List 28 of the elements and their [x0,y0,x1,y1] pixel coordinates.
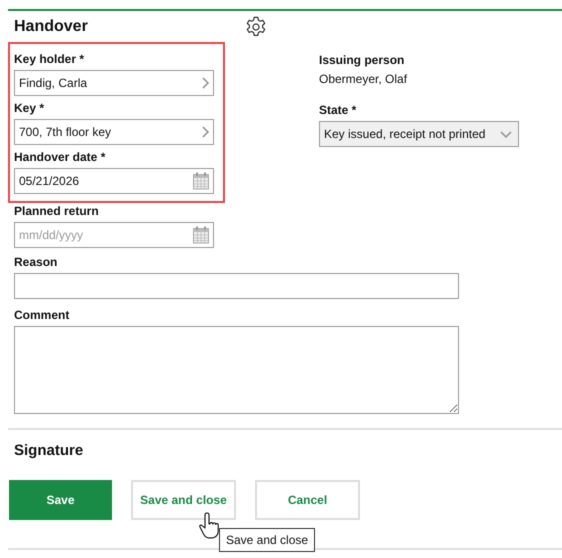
date-field[interactable]: 05/21/2026 [14,168,214,194]
chevron-right-icon [202,126,209,138]
chevron-right-icon [202,77,209,89]
field-label: Reason [14,254,58,270]
reason-field[interactable] [14,273,459,299]
section-title: Signature [13,441,84,461]
field-label: Issuing person [319,52,406,68]
action-button[interactable]: Save and close [131,480,236,520]
picker-field[interactable]: 700, 7th floor key [14,119,214,145]
calendar-icon[interactable] [193,226,209,244]
field-label: Handover date * [14,149,106,165]
field-label: State * [319,102,358,118]
field-value: Obermeyer, Olaf [319,71,408,87]
field-label: Planned return [14,203,100,219]
picker-field[interactable]: Findig, Carla [14,70,214,96]
calendar-icon[interactable] [193,172,209,190]
comment-field[interactable] [14,326,459,414]
settings-icon[interactable] [244,16,267,38]
date-field[interactable]: mm/dd/yyyy [14,222,214,248]
field-label: Comment [14,307,70,323]
save-button[interactable]: Save [9,480,112,520]
state-dropdown[interactable]: Key issued, receipt not printed [319,121,519,147]
section-title: Handover [14,16,88,36]
action-button[interactable]: Cancel [255,480,360,520]
tooltip: Save and close [219,528,316,552]
field-label: Key holder * [14,51,86,67]
chevron-down-icon [500,130,512,138]
field-label: Key * [14,100,46,116]
